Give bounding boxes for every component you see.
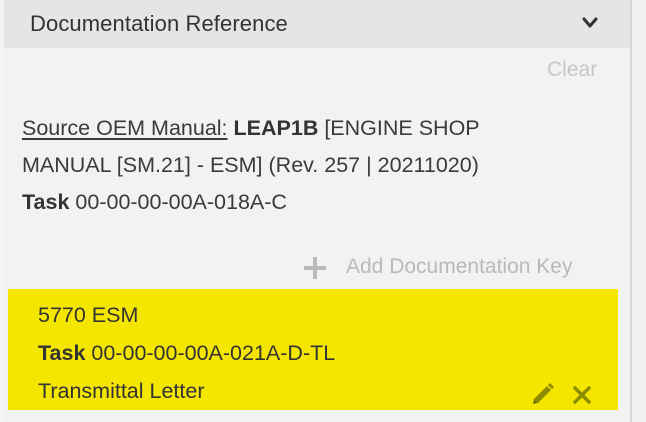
source-manual-label[interactable]: Source OEM Manual: xyxy=(22,116,228,140)
section-header[interactable]: Documentation Reference xyxy=(4,0,630,48)
source-task-label: Task xyxy=(22,190,70,214)
source-task-value: 00-00-00-00A-018A-C xyxy=(75,190,287,214)
source-oem-manual: Source OEM Manual: LEAP1B [ENGINE SHOP M… xyxy=(22,110,602,221)
source-manual-line2: MANUAL [SM.21] - ESM] (Rev. 257 | 202110… xyxy=(22,153,479,177)
source-line-1: Source OEM Manual: LEAP1B [ENGINE SHOP xyxy=(22,110,602,147)
documentation-key-card: 5770 ESM Task 00-00-00-00A-021A-D-TL Tra… xyxy=(8,289,618,410)
add-documentation-key-button[interactable]: Add Documentation Key xyxy=(304,254,616,282)
documentation-reference-panel: Documentation Reference Clear Source OEM… xyxy=(4,0,630,422)
doc-key-reference: 5770 ESM xyxy=(38,303,139,327)
clear-button[interactable]: Clear xyxy=(547,58,597,82)
pencil-icon[interactable] xyxy=(530,381,556,407)
plus-icon xyxy=(304,257,326,279)
close-icon[interactable] xyxy=(573,386,591,404)
section-title: Documentation Reference xyxy=(30,11,288,36)
chevron-down-icon[interactable] xyxy=(582,16,598,30)
source-task-line: Task 00-00-00-00A-018A-C xyxy=(22,184,602,221)
panel-edge xyxy=(630,0,646,422)
doc-key-task-value: 00-00-00-00A-021A-D-TL xyxy=(91,341,336,365)
doc-key-task-label: Task xyxy=(38,341,86,365)
doc-key-description: Transmittal Letter xyxy=(38,379,205,403)
add-documentation-key-label: Add Documentation Key xyxy=(346,255,573,278)
source-engine: LEAP1B xyxy=(233,116,319,140)
doc-key-task: Task 00-00-00-00A-021A-D-TL xyxy=(38,341,335,366)
source-manual-line1: [ENGINE SHOP xyxy=(324,116,480,140)
source-line-2: MANUAL [SM.21] - ESM] (Rev. 257 | 202110… xyxy=(22,147,602,184)
